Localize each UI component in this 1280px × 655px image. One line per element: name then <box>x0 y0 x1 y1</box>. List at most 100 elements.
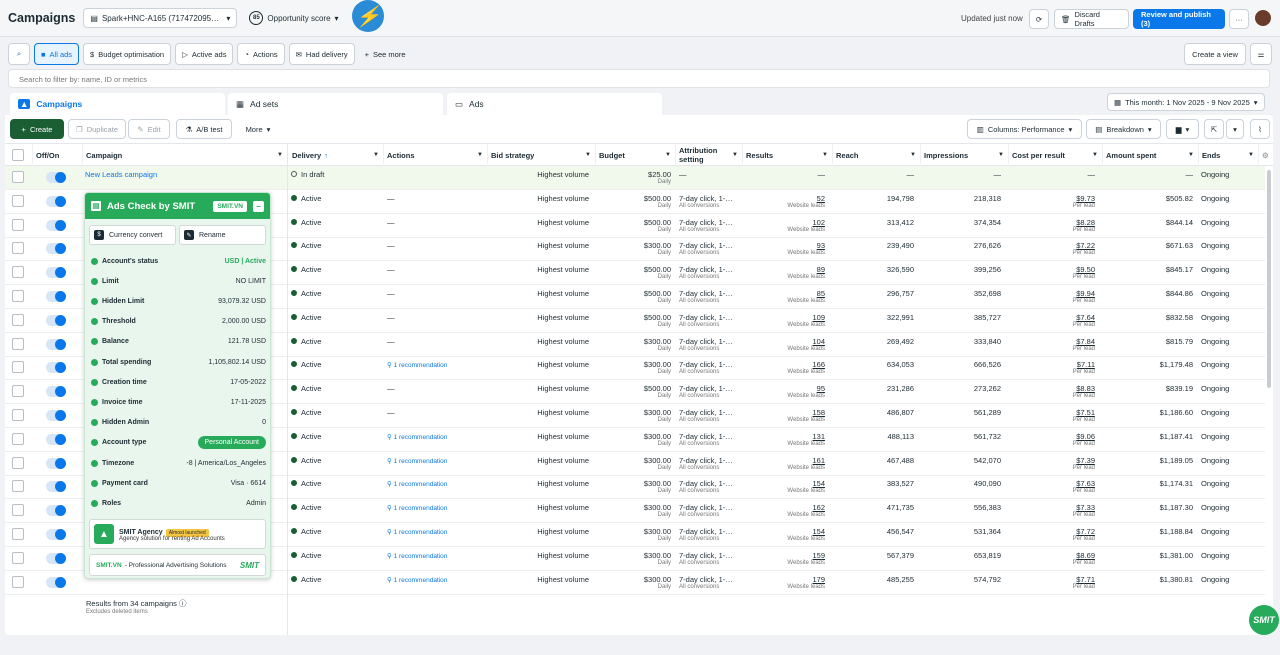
results-value[interactable]: 52 <box>745 194 825 203</box>
filter-budget-optimisation[interactable]: $ Budget optimisation <box>83 43 172 65</box>
ab-test-button[interactable]: ⚗ A/B test <box>176 119 232 139</box>
cpr-value[interactable]: $7.39 <box>1011 456 1095 465</box>
col-amount-spent[interactable]: Amount spent ▼ <box>1103 144 1199 166</box>
edit-button[interactable]: ✎ Edit <box>128 119 170 139</box>
col-impressions[interactable]: Impressions ▼ <box>921 144 1009 166</box>
select-all-checkbox[interactable] <box>12 149 24 161</box>
campaign-toggle[interactable] <box>46 433 66 445</box>
col-ends[interactable]: Ends ▼ <box>1199 144 1259 166</box>
more-options-button[interactable]: ··· <box>1229 9 1249 29</box>
create-view-button[interactable]: Create a view <box>1184 43 1246 65</box>
campaign-toggle[interactable] <box>46 576 66 588</box>
opportunity-score[interactable]: 85 Opportunity score ▾ <box>249 11 339 25</box>
tab-ad-sets[interactable]: ▦ Ad sets <box>228 93 443 115</box>
review-publish-button[interactable]: Review and publish (3) <box>1133 9 1225 29</box>
row-checkbox[interactable] <box>12 242 24 255</box>
minimize-icon[interactable]: − <box>253 200 264 212</box>
col-reach[interactable]: Reach ▼ <box>833 144 921 166</box>
results-value[interactable]: 109 <box>745 313 825 322</box>
results-value[interactable]: 161 <box>745 456 825 465</box>
recommendation-link[interactable]: ⚲ 1 recommendation <box>387 529 447 536</box>
account-selector[interactable]: ▤ Spark+HNC-A165 (717472095… ▾ <box>83 8 238 28</box>
col-actions[interactable]: Actions ▼ <box>384 144 488 166</box>
col-campaign[interactable]: Campaign ▼ <box>83 144 288 166</box>
more-menu-button[interactable]: More ▾ <box>238 119 278 139</box>
export-button[interactable]: ⇱ <box>1204 119 1224 139</box>
export-dropdown[interactable]: ▾ <box>1226 119 1244 139</box>
results-value[interactable]: 93 <box>745 241 825 250</box>
tab-ads[interactable]: ▭ Ads <box>447 93 662 115</box>
campaign-toggle[interactable] <box>46 457 66 469</box>
recommendation-link[interactable]: ⚲ 1 recommendation <box>387 577 447 584</box>
vertical-scrollbar[interactable] <box>1267 170 1271 388</box>
row-checkbox[interactable] <box>12 409 24 421</box>
cpr-value[interactable]: — <box>1011 170 1096 179</box>
results-value[interactable]: 102 <box>745 218 825 227</box>
cpr-value[interactable]: $7.64 <box>1011 313 1095 322</box>
results-value[interactable]: 162 <box>745 503 825 512</box>
campaign-toggle[interactable] <box>46 219 66 231</box>
search-button[interactable]: ⌕ <box>8 43 30 65</box>
row-checkbox[interactable] <box>12 290 24 302</box>
campaign-toggle[interactable] <box>46 386 66 398</box>
row-checkbox[interactable] <box>12 528 24 540</box>
results-value[interactable]: 154 <box>745 527 825 536</box>
results-value[interactable]: 89 <box>745 265 825 274</box>
recommendation-link[interactable]: ⚲ 1 recommendation <box>387 434 447 441</box>
row-checkbox[interactable] <box>12 504 24 517</box>
date-range-picker[interactable]: ▦ This month: 1 Nov 2025 - 9 Nov 2025 ▾ <box>1107 93 1265 111</box>
campaign-toggle[interactable] <box>46 362 66 374</box>
tab-campaigns[interactable]: ▲ Campaigns <box>10 93 225 115</box>
campaign-toggle[interactable] <box>46 195 66 207</box>
campaign-toggle[interactable] <box>46 529 66 540</box>
chart-toggle-button[interactable]: ⌇ <box>1250 119 1270 139</box>
columns-dropdown[interactable]: ▥ Columns: Performance ▾ <box>967 119 1082 139</box>
cpr-value[interactable]: $7.71 <box>1011 575 1095 584</box>
create-button[interactable]: + Create <box>10 119 64 139</box>
results-value[interactable]: 85 <box>745 289 825 298</box>
recommendation-link[interactable]: ⚲ 1 recommendation <box>387 481 447 488</box>
see-more-filters[interactable]: + See more <box>359 43 412 65</box>
campaign-name[interactable]: New Leads campaign <box>85 166 285 190</box>
campaign-toggle[interactable] <box>46 314 66 326</box>
col-delivery[interactable]: Delivery ↑ ▼ <box>289 144 384 166</box>
campaign-toggle[interactable] <box>46 291 66 302</box>
row-checkbox[interactable] <box>12 337 24 350</box>
duplicate-button[interactable]: ❐ Duplicate <box>68 119 126 139</box>
filter-all-ads[interactable]: ■ All ads <box>34 43 80 65</box>
results-value[interactable]: 131 <box>745 432 825 441</box>
results-value[interactable]: 158 <box>745 408 825 417</box>
filter-had-delivery[interactable]: ✉ Had delivery <box>288 43 355 65</box>
row-checkbox[interactable] <box>12 432 24 445</box>
campaign-toggle[interactable] <box>46 481 66 493</box>
row-checkbox[interactable] <box>12 218 24 231</box>
col-bid-strategy[interactable]: Bid strategy ▼ <box>488 144 596 166</box>
cpr-value[interactable]: $9.06 <box>1011 432 1095 441</box>
table-row[interactable]: New Leads campaign In draft Highest volu… <box>5 166 1265 190</box>
results-value[interactable]: 159 <box>745 551 825 560</box>
campaign-toggle[interactable] <box>46 410 66 421</box>
col-budget[interactable]: Budget ▼ <box>596 144 676 166</box>
cpr-value[interactable]: $7.72 <box>1011 527 1095 536</box>
cpr-value[interactable]: $7.84 <box>1011 337 1095 346</box>
cpr-value[interactable]: $7.22 <box>1011 241 1095 250</box>
smit-fab-button[interactable]: SMIT <box>1249 605 1279 635</box>
recommendation-link[interactable]: ⚲ 1 recommendation <box>387 553 447 560</box>
rename-button[interactable]: ✎ Rename <box>179 225 266 245</box>
campaign-toggle[interactable] <box>46 172 66 183</box>
col-results[interactable]: Results ▼ <box>743 144 833 166</box>
row-checkbox[interactable] <box>12 194 24 207</box>
column-settings-icon[interactable]: ⚙ <box>1259 144 1273 166</box>
discard-drafts-button[interactable]: 🗑 Discard Drafts <box>1054 9 1129 29</box>
row-checkbox[interactable] <box>12 313 24 326</box>
row-checkbox[interactable] <box>12 361 24 374</box>
row-checkbox[interactable] <box>12 551 24 564</box>
refresh-button[interactable]: ⟳ <box>1029 9 1049 29</box>
cpr-value[interactable]: $9.50 <box>1011 265 1095 274</box>
results-value[interactable]: 154 <box>745 479 825 488</box>
results-value[interactable]: 95 <box>745 384 825 393</box>
campaign-toggle[interactable] <box>46 552 66 564</box>
cpr-value[interactable]: $8.69 <box>1011 551 1095 560</box>
avatar[interactable] <box>1255 10 1271 26</box>
cpr-value[interactable]: $8.83 <box>1011 384 1095 393</box>
